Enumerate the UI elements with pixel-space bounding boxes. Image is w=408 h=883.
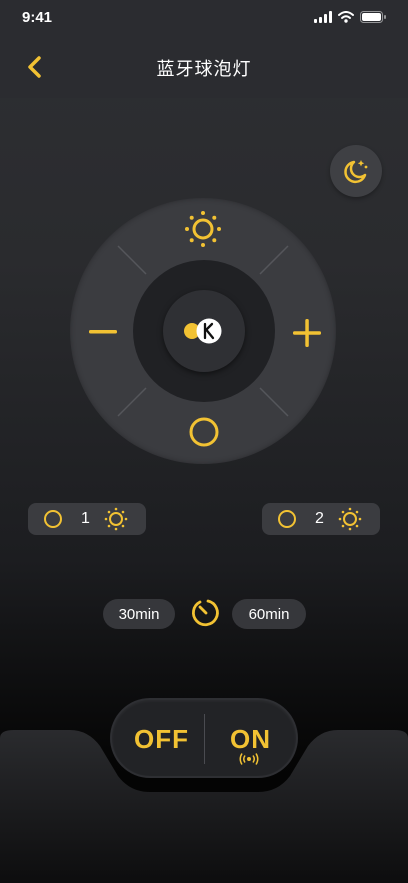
power-on-button[interactable]: ON xyxy=(230,724,271,755)
circle-icon xyxy=(189,417,219,447)
plus-icon xyxy=(293,319,321,347)
preset-2-button[interactable]: 2 xyxy=(262,503,380,535)
brightness-down-button[interactable] xyxy=(184,412,224,452)
moon-stars-icon xyxy=(344,160,368,184)
signal-broadcast-icon xyxy=(239,753,259,765)
app-screen: 9:41 蓝牙球泡灯 1 2 30min 60min OFF ON xyxy=(0,0,408,883)
circle-icon xyxy=(44,510,62,528)
sun-icon xyxy=(104,507,128,531)
cellular-signal-icon xyxy=(314,11,332,23)
decrease-button[interactable] xyxy=(86,312,120,352)
timer-30min-button[interactable]: 30min xyxy=(103,599,175,629)
brightness-up-button[interactable] xyxy=(180,206,226,252)
sun-icon xyxy=(338,507,362,531)
preset-1-button[interactable]: 1 xyxy=(28,503,146,535)
preset-number: 2 xyxy=(315,510,324,527)
status-icons xyxy=(314,11,386,23)
increase-button[interactable] xyxy=(288,314,326,352)
status-time: 9:41 xyxy=(22,9,53,26)
circle-icon xyxy=(278,510,296,528)
sun-icon xyxy=(185,211,221,247)
power-switch-divider xyxy=(204,714,205,764)
nav-bar: 蓝牙球泡灯 xyxy=(0,36,408,98)
timer-button[interactable] xyxy=(188,595,222,629)
status-bar: 9:41 xyxy=(0,0,408,36)
timer-icon xyxy=(192,599,219,627)
timer-60min-button[interactable]: 60min xyxy=(232,599,306,629)
color-temperature-toggle-icon xyxy=(184,318,222,344)
minus-icon xyxy=(89,330,117,334)
page-title: 蓝牙球泡灯 xyxy=(156,59,252,79)
battery-icon xyxy=(360,11,386,23)
wifi-icon xyxy=(338,11,354,23)
night-mode-button[interactable] xyxy=(330,145,382,197)
preset-number: 1 xyxy=(81,510,90,527)
power-off-button[interactable]: OFF xyxy=(134,724,189,755)
